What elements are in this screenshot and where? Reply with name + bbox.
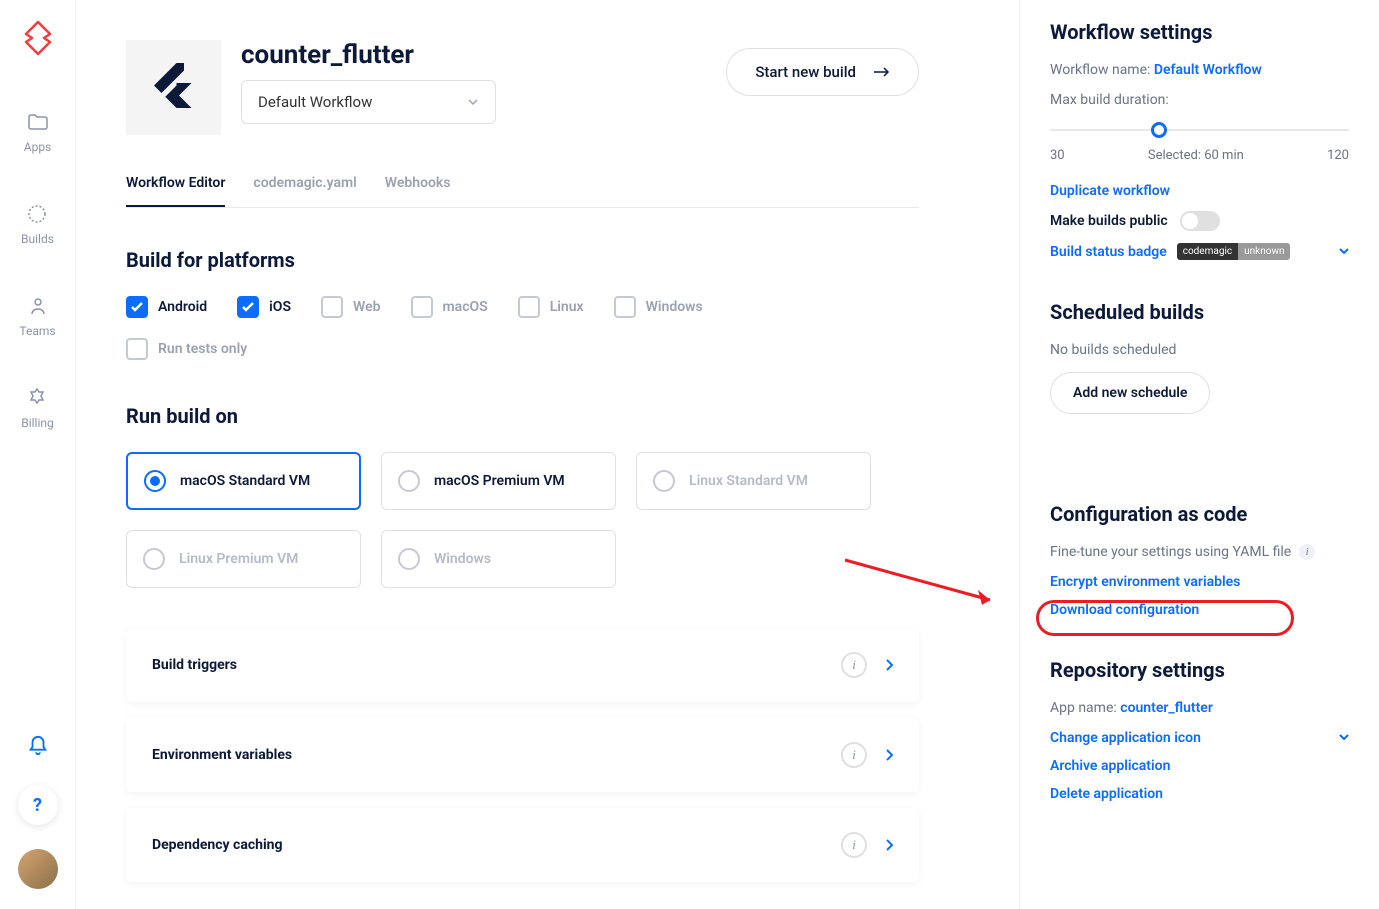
app-title: counter_flutter (241, 40, 706, 70)
nav-apps-label: Apps (24, 140, 52, 154)
notifications-button[interactable] (27, 735, 49, 761)
nav-apps[interactable]: Apps (24, 110, 52, 154)
folder-icon (26, 110, 50, 134)
platform-windows[interactable]: Windows (614, 296, 703, 318)
vm-options: macOS Standard VM macOS Premium VM Linux… (126, 452, 919, 588)
section-env-vars[interactable]: Environment variables i (126, 718, 919, 792)
tab-webhooks[interactable]: Webhooks (385, 175, 451, 207)
info-icon[interactable]: i (1299, 544, 1315, 560)
nav-builds-label: Builds (21, 232, 54, 246)
duration-slider[interactable] (1050, 122, 1349, 138)
chevron-right-icon (885, 839, 893, 851)
delete-app-link[interactable]: Delete application (1050, 786, 1349, 802)
sidebar: Apps Builds Teams Billing ? (0, 0, 76, 909)
settings-panel: Workflow settings Workflow name: Default… (1019, 0, 1379, 909)
section-build-triggers[interactable]: Build triggers i (126, 628, 919, 702)
public-toggle[interactable] (1180, 211, 1220, 231)
platforms-list: Android iOS Web macOS Linux Windows (126, 296, 919, 318)
platform-macos[interactable]: macOS (411, 296, 488, 318)
archive-app-link[interactable]: Archive application (1050, 758, 1349, 774)
encrypt-vars-link[interactable]: Encrypt environment variables (1050, 574, 1349, 590)
nav-teams[interactable]: Teams (19, 294, 55, 338)
run-on-heading: Run build on (126, 404, 919, 428)
chevron-right-icon (885, 749, 893, 761)
config-desc: Fine-tune your settings using YAML file … (1050, 544, 1349, 560)
workflow-name-link[interactable]: Default Workflow (1154, 62, 1262, 78)
chevron-down-icon[interactable] (1339, 248, 1349, 256)
info-icon[interactable]: i (841, 832, 867, 858)
vm-macos-standard[interactable]: macOS Standard VM (126, 452, 361, 510)
main-content: counter_flutter Default Workflow Start n… (76, 0, 1019, 909)
vm-linux-standard[interactable]: Linux Standard VM (636, 452, 871, 510)
check-icon (130, 300, 144, 314)
builds-icon (25, 202, 49, 226)
nav-teams-label: Teams (19, 324, 55, 338)
no-builds-text: No builds scheduled (1050, 342, 1349, 358)
bell-icon (27, 735, 49, 757)
add-schedule-button[interactable]: Add new schedule (1050, 372, 1210, 414)
nav-billing[interactable]: Billing (21, 386, 54, 430)
run-tests-only[interactable]: Run tests only (126, 338, 247, 360)
start-build-label: Start new build (755, 63, 856, 81)
billing-icon (25, 386, 49, 410)
duplicate-workflow-link[interactable]: Duplicate workflow (1050, 183, 1349, 199)
app-icon (126, 40, 221, 135)
platform-android[interactable]: Android (126, 296, 207, 318)
tab-workflow-editor[interactable]: Workflow Editor (126, 175, 225, 207)
workflow-select[interactable]: Default Workflow (241, 80, 496, 124)
info-icon[interactable]: i (841, 742, 867, 768)
workflow-name-row: Workflow name: Default Workflow (1050, 62, 1349, 78)
start-build-button[interactable]: Start new build (726, 48, 919, 96)
platform-web[interactable]: Web (321, 296, 381, 318)
info-icon[interactable]: i (841, 652, 867, 678)
status-badge: codemagic unknown (1177, 243, 1291, 260)
change-icon-link[interactable]: Change application icon (1050, 730, 1201, 746)
vm-windows[interactable]: Windows (381, 530, 616, 588)
flutter-icon (144, 58, 204, 118)
platforms-heading: Build for platforms (126, 248, 919, 272)
user-avatar[interactable] (18, 849, 58, 889)
slider-labels: 30 Selected: 60 min 120 (1050, 148, 1349, 163)
build-badge-link[interactable]: Build status badge (1050, 244, 1167, 260)
nav-billing-label: Billing (21, 416, 54, 430)
chevron-down-icon (467, 96, 479, 108)
max-duration-label: Max build duration: (1050, 92, 1349, 108)
chevron-right-icon (885, 659, 893, 671)
codemagic-logo-icon (20, 20, 56, 56)
vm-linux-premium[interactable]: Linux Premium VM (126, 530, 361, 588)
check-icon (241, 300, 255, 314)
workflow-select-value: Default Workflow (258, 93, 372, 111)
workflow-settings-heading: Workflow settings (1050, 20, 1349, 44)
tabs: Workflow Editor codemagic.yaml Webhooks (126, 175, 919, 208)
section-dep-caching[interactable]: Dependency caching i (126, 808, 919, 882)
logo[interactable] (20, 20, 56, 60)
vm-macos-premium[interactable]: macOS Premium VM (381, 452, 616, 510)
slider-handle[interactable] (1151, 122, 1167, 138)
repo-settings-heading: Repository settings (1050, 658, 1349, 682)
config-as-code-heading: Configuration as code (1050, 502, 1349, 526)
teams-icon (26, 294, 50, 318)
public-label: Make builds public (1050, 213, 1168, 229)
app-name-link[interactable]: counter_flutter (1120, 700, 1213, 716)
chevron-down-icon[interactable] (1339, 734, 1349, 742)
tab-codemagic-yaml[interactable]: codemagic.yaml (253, 175, 356, 207)
nav-builds[interactable]: Builds (21, 202, 54, 246)
help-button[interactable]: ? (18, 785, 58, 825)
platform-linux[interactable]: Linux (518, 296, 584, 318)
download-config-link[interactable]: Download configuration (1050, 602, 1349, 618)
scheduled-builds-heading: Scheduled builds (1050, 300, 1349, 324)
app-name-row: App name: counter_flutter (1050, 700, 1349, 716)
platform-ios[interactable]: iOS (237, 296, 291, 318)
arrow-right-icon (874, 67, 890, 77)
